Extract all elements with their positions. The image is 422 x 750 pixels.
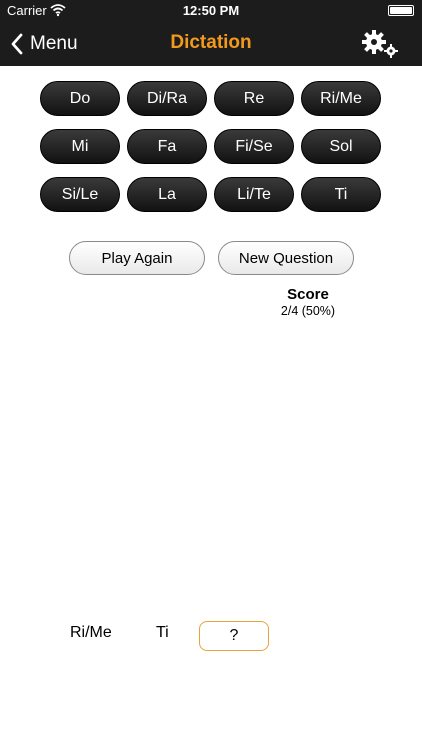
nav-header: Carrier 12:50 PM Menu Dictation (0, 0, 422, 66)
note-button-fa[interactable]: Fa (127, 129, 207, 164)
gears-icon[interactable] (360, 29, 400, 59)
solfege-button-grid: Do Di/Ra Re Ri/Me Mi Fa Fi/Se Sol Si/Le … (40, 81, 382, 212)
back-button[interactable]: Menu (10, 30, 78, 58)
new-question-button[interactable]: New Question (218, 241, 354, 275)
status-time: 12:50 PM (182, 3, 240, 18)
note-button-ti[interactable]: Ti (301, 177, 381, 212)
score-value: 2/4 (50%) (280, 304, 336, 318)
chevron-left-icon (11, 33, 23, 55)
note-button-ri-me[interactable]: Ri/Me (301, 81, 381, 116)
note-button-la[interactable]: La (127, 177, 207, 212)
answer-note-2: Ti (156, 624, 169, 641)
note-button-fi-se[interactable]: Fi/Se (214, 129, 294, 164)
note-button-li-te[interactable]: Li/Te (214, 177, 294, 212)
play-again-button[interactable]: Play Again (69, 241, 205, 275)
battery-icon (388, 5, 414, 16)
back-label: Menu (30, 33, 78, 54)
score-title: Score (287, 286, 329, 303)
answer-note-1: Ri/Me (70, 624, 112, 641)
note-button-di-ra[interactable]: Di/Ra (127, 81, 207, 116)
note-button-sol[interactable]: Sol (301, 129, 381, 164)
note-button-re[interactable]: Re (214, 81, 294, 116)
status-bar: Carrier 12:50 PM (0, 0, 422, 22)
note-button-do[interactable]: Do (40, 81, 120, 116)
note-button-si-le[interactable]: Si/Le (40, 177, 120, 212)
current-answer-slot[interactable]: ? (199, 621, 269, 651)
note-button-mi[interactable]: Mi (40, 129, 120, 164)
